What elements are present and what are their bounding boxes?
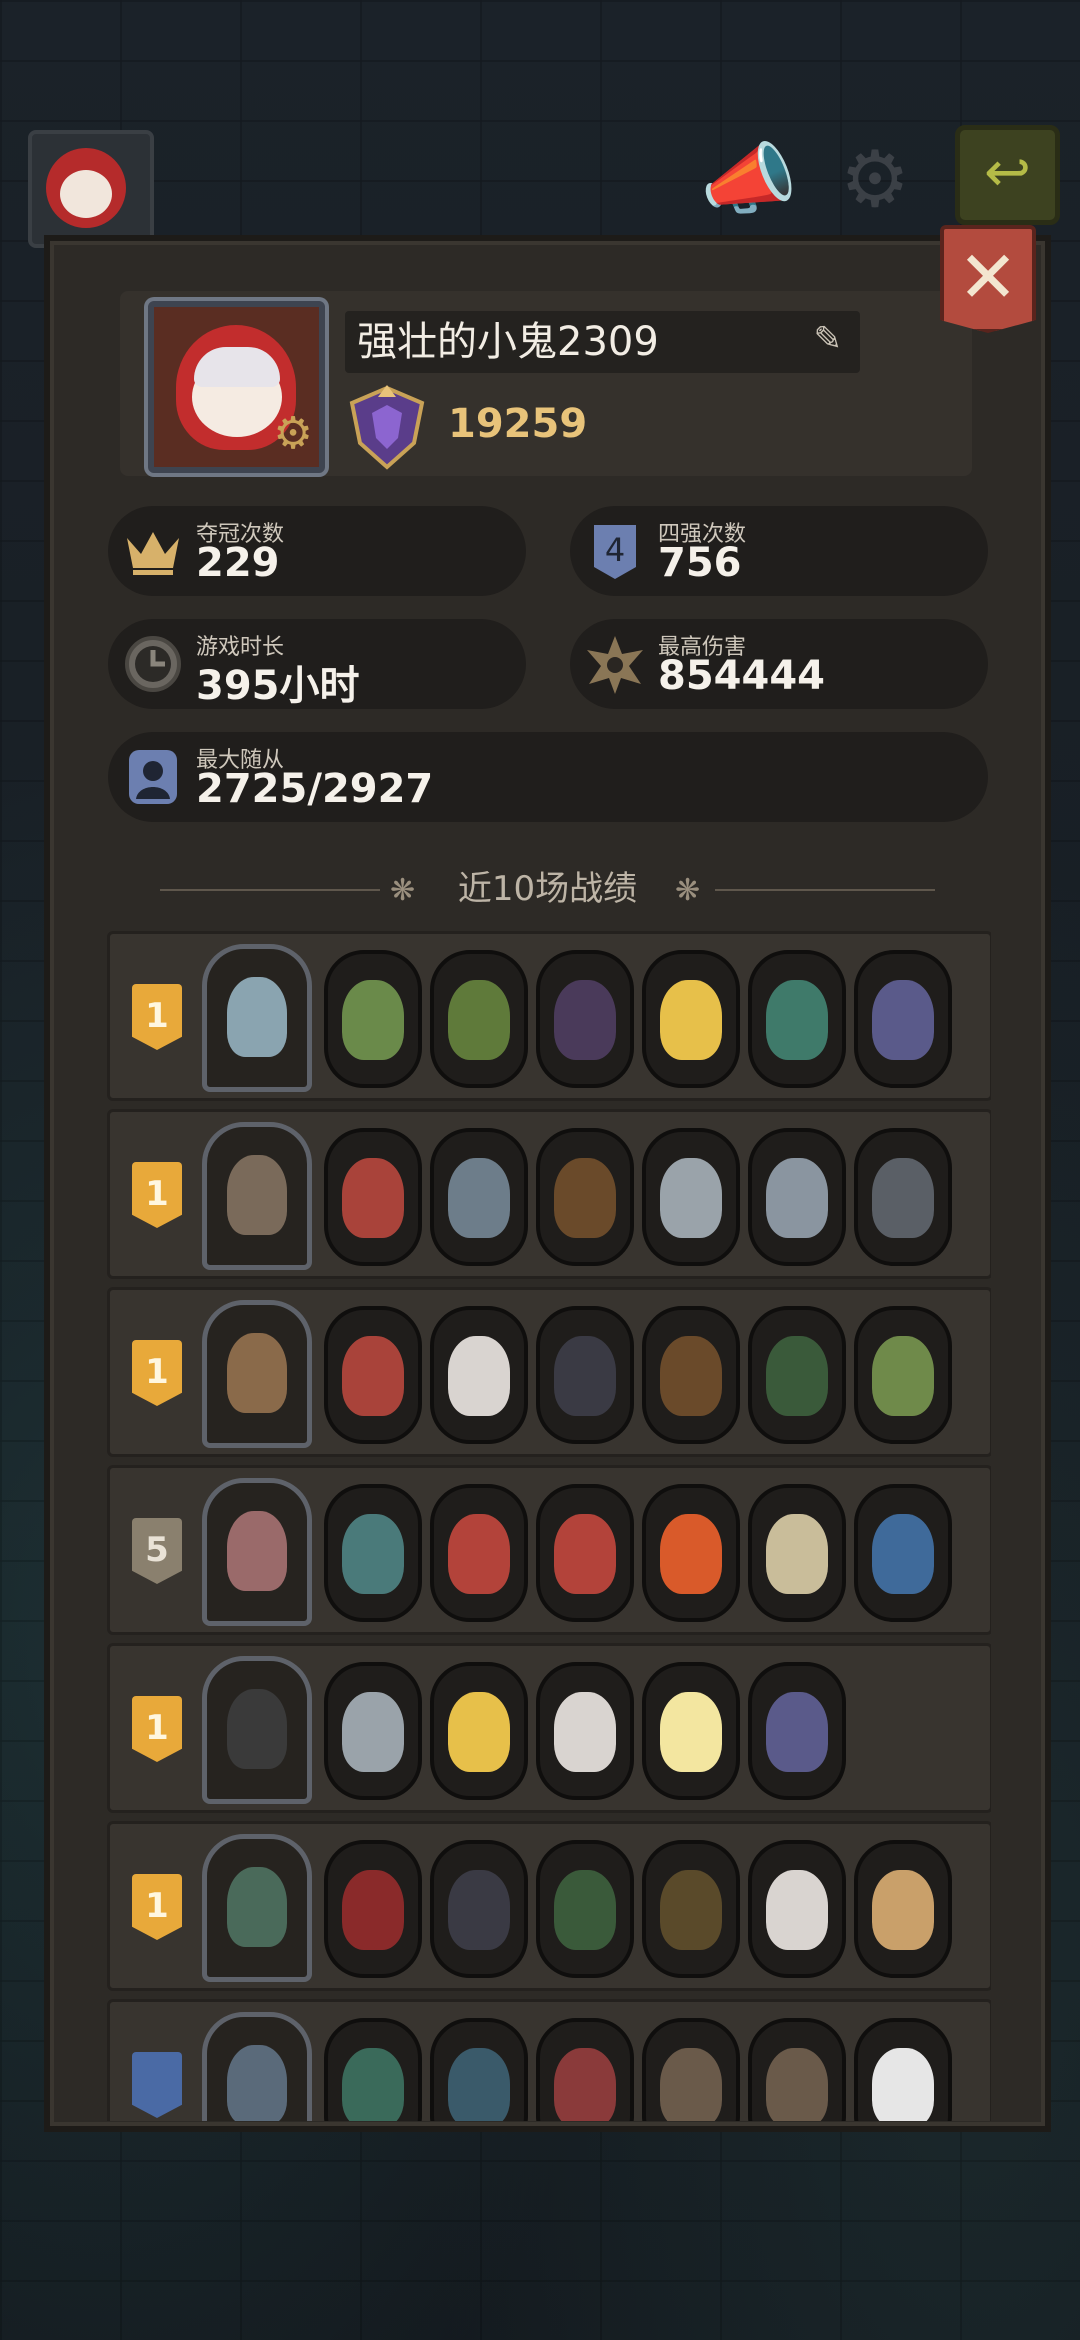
stat-value: 854444 xyxy=(658,653,825,699)
crown-icon xyxy=(122,520,184,582)
damage-burst-icon xyxy=(584,633,646,695)
announcement-icon[interactable]: 📣 xyxy=(700,135,797,225)
player-name: 强壮的小鬼2309 xyxy=(357,319,659,365)
recent-matches-title: 近10场战绩 xyxy=(457,869,638,909)
clock-icon xyxy=(122,633,184,695)
stat-value: 229 xyxy=(196,540,280,586)
minion-portrait[interactable] xyxy=(748,1484,846,1622)
avatar-icon xyxy=(46,148,126,228)
top-avatar-button[interactable] xyxy=(28,130,154,248)
minion-portrait[interactable] xyxy=(324,1306,422,1444)
edit-pencil-icon[interactable]: ✎ xyxy=(814,319,843,359)
minion-portrait[interactable] xyxy=(536,1128,634,1266)
hero-portrait[interactable] xyxy=(202,1834,312,1982)
hero-portrait[interactable] xyxy=(202,2012,312,2121)
minion-portrait[interactable] xyxy=(430,1306,528,1444)
minion-portrait[interactable] xyxy=(430,1484,528,1622)
close-icon: ✕ xyxy=(957,235,1019,319)
minion-portrait[interactable] xyxy=(430,1128,528,1266)
avatar-settings-icon[interactable]: ⚙ xyxy=(270,411,316,457)
stat-top4: 4 四强次数 756 xyxy=(570,506,988,596)
hero-portrait[interactable] xyxy=(202,1122,312,1270)
placement-badge: 1 xyxy=(132,1162,182,1228)
stat-value: 395小时 xyxy=(196,663,360,709)
minion-portrait[interactable] xyxy=(430,1662,528,1800)
profile-panel: ⚙ 强壮的小鬼2309 ✎ 19259 夺冠次数 229 4 四强次数 756 … xyxy=(44,235,1051,2132)
minion-portrait[interactable] xyxy=(854,1484,952,1622)
hero-portrait[interactable] xyxy=(202,1300,312,1448)
minion-portrait[interactable] xyxy=(748,1306,846,1444)
minion-portrait[interactable] xyxy=(324,1484,422,1622)
minion-portrait[interactable] xyxy=(536,2018,634,2121)
match-row[interactable]: 1 xyxy=(107,1643,991,1813)
hero-portrait[interactable] xyxy=(202,1478,312,1626)
minion-portrait[interactable] xyxy=(324,1128,422,1266)
back-button[interactable]: ↩ xyxy=(955,125,1060,225)
minion-portrait[interactable] xyxy=(748,1662,846,1800)
minion-portrait[interactable] xyxy=(324,1662,422,1800)
minion-portrait[interactable] xyxy=(642,1662,740,1800)
minion-portrait[interactable] xyxy=(642,2018,740,2121)
minion-portrait[interactable] xyxy=(536,950,634,1088)
placement-badge: 1 xyxy=(132,1340,182,1406)
player-name-bar: 强壮的小鬼2309 ✎ xyxy=(345,311,860,373)
minion-portrait[interactable] xyxy=(430,2018,528,2121)
close-button[interactable]: ✕ xyxy=(940,225,1036,333)
svg-text:4: 4 xyxy=(605,531,625,569)
placement-badge: 1 xyxy=(132,1874,182,1940)
placement-badge xyxy=(132,2052,182,2118)
minion-portrait[interactable] xyxy=(854,1840,952,1978)
stat-champion: 夺冠次数 229 xyxy=(108,506,526,596)
minion-portrait[interactable] xyxy=(854,2018,952,2121)
stat-max-damage: 最高伤害 854444 xyxy=(570,619,988,709)
minion-portrait[interactable] xyxy=(642,1128,740,1266)
minion-portrait[interactable] xyxy=(536,1484,634,1622)
minion-portrait[interactable] xyxy=(748,1128,846,1266)
placement-badge: 1 xyxy=(132,1696,182,1762)
minion-portrait[interactable] xyxy=(642,950,740,1088)
match-row[interactable] xyxy=(107,1999,991,2121)
stat-value: 2725/2927 xyxy=(196,766,434,812)
profile-header: ⚙ 强壮的小鬼2309 ✎ 19259 xyxy=(120,291,972,476)
rank-badge-icon xyxy=(349,385,425,470)
minion-portrait[interactable] xyxy=(324,950,422,1088)
minion-icon xyxy=(122,746,184,808)
hero-portrait[interactable] xyxy=(202,944,312,1092)
minion-portrait[interactable] xyxy=(642,1840,740,1978)
minion-portrait[interactable] xyxy=(536,1840,634,1978)
rank-score: 19259 xyxy=(448,401,588,447)
settings-gear-icon[interactable]: ⚙ xyxy=(830,135,920,225)
swirl-right-icon: ❋ xyxy=(675,873,701,908)
match-row[interactable]: 5 xyxy=(107,1465,991,1635)
minion-portrait[interactable] xyxy=(642,1484,740,1622)
minion-portrait[interactable] xyxy=(324,1840,422,1978)
minion-portrait[interactable] xyxy=(748,950,846,1088)
minion-portrait[interactable] xyxy=(536,1662,634,1800)
minion-portrait[interactable] xyxy=(642,1306,740,1444)
minion-portrait[interactable] xyxy=(748,2018,846,2121)
stat-playtime: 游戏时长 395小时 xyxy=(108,619,526,709)
placement-badge: 1 xyxy=(132,984,182,1050)
minion-portrait[interactable] xyxy=(854,950,952,1088)
match-row[interactable]: 1 xyxy=(107,1109,991,1279)
stat-max-minions: 最大随从 2725/2927 xyxy=(108,732,988,822)
placement-badge: 5 xyxy=(132,1518,182,1584)
top4-badge-icon: 4 xyxy=(584,520,646,582)
minion-portrait[interactable] xyxy=(748,1840,846,1978)
minion-portrait[interactable] xyxy=(430,950,528,1088)
match-history-list[interactable]: 1 1 1 5 1 1 xyxy=(107,931,991,2121)
minion-portrait[interactable] xyxy=(854,1306,952,1444)
match-row[interactable]: 1 xyxy=(107,1821,991,1991)
back-arrow-icon: ↩ xyxy=(984,140,1031,205)
stat-value: 756 xyxy=(658,540,742,586)
divider-right xyxy=(715,889,935,891)
minion-portrait[interactable] xyxy=(430,1840,528,1978)
hero-portrait[interactable] xyxy=(202,1656,312,1804)
match-row[interactable]: 1 xyxy=(107,931,991,1101)
minion-portrait[interactable] xyxy=(536,1306,634,1444)
minion-portrait[interactable] xyxy=(324,2018,422,2121)
minion-portrait[interactable] xyxy=(854,1128,952,1266)
match-row[interactable]: 1 xyxy=(107,1287,991,1457)
